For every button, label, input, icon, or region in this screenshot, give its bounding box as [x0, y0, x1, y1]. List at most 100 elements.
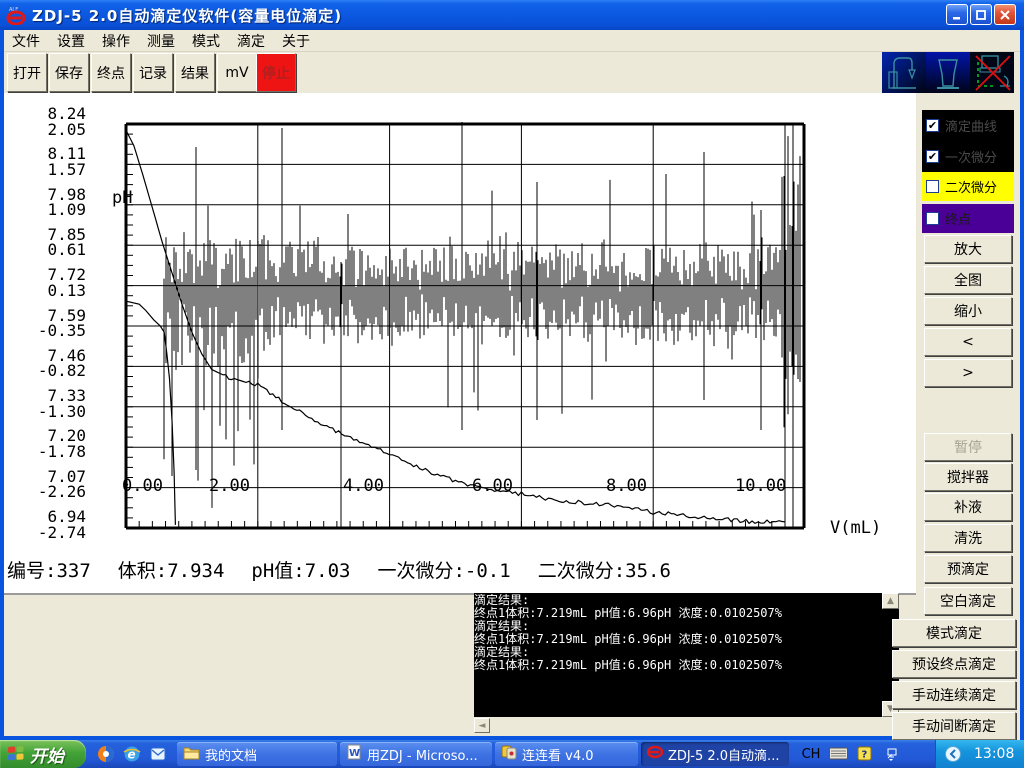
language-indicator[interactable]: CH — [800, 744, 822, 764]
start-button[interactable]: 开始 — [0, 740, 86, 768]
keyboard-icon[interactable] — [828, 743, 849, 764]
menu-item-文件[interactable]: 文件 — [12, 31, 40, 51]
side-button-清洗[interactable]: 清洗 — [924, 524, 1012, 552]
status-field-体积: 体积:7.934 — [118, 556, 225, 583]
zdj-icon — [647, 744, 663, 764]
side-button-全图[interactable]: 全图 — [924, 266, 1012, 294]
game-icon — [501, 744, 517, 764]
x-axis-tick-2.00: 2.00 — [209, 476, 250, 496]
svg-text:?: ? — [862, 750, 868, 761]
app-window: ALE ZDJ-5 2.0自动滴定仪软件(容量电位滴定) 文件设置操作测量模式滴… — [0, 0, 1024, 740]
side-button-缩小[interactable]: 缩小 — [924, 297, 1012, 325]
sidebar: ✔滴定曲线✔一次微分二次微分终点放大全图缩小<>暂停搅拌器补液清洗预滴定空白滴定… — [920, 93, 1020, 740]
menubar: 文件设置操作测量模式滴定关于 — [4, 30, 1020, 52]
side-button-预设终点滴定[interactable]: 预设终点滴定 — [892, 650, 1016, 678]
y-axis-label-pair-7.20: 7.20 -1.78 — [24, 428, 86, 459]
legend-row-终点: 终点 — [922, 204, 1014, 233]
help-icon[interactable]: ? — [854, 743, 875, 764]
status-line: 编号:337体积:7.934pH值:7.03一次微分:-0.1二次微分:35.6 — [7, 556, 671, 583]
svg-text:W: W — [349, 748, 360, 759]
status-field-pH值: pH值:7.03 — [251, 556, 350, 583]
menu-item-测量[interactable]: 测量 — [147, 31, 175, 51]
system-tray: 13:08 — [935, 740, 1024, 768]
results-console: 滴定结果: 终点1体积:7.219mL pH值:6.96pH 浓度:0.0102… — [474, 593, 899, 717]
toolbar-button-记录[interactable]: 记录 — [133, 53, 173, 92]
side-button-补液[interactable]: 补液 — [924, 493, 1012, 521]
side-button-模式滴定[interactable]: 模式滴定 — [892, 619, 1016, 647]
task-button-连连看 v4.0[interactable]: 连连看 v4.0 — [495, 742, 638, 766]
menu-item-设置[interactable]: 设置 — [57, 31, 85, 51]
toolbar-graphics — [882, 52, 1014, 93]
windows-flag-icon — [7, 745, 25, 763]
window-title: ZDJ-5 2.0自动滴定仪软件(容量电位滴定) — [32, 5, 342, 26]
x-axis-tick-10.00: 10.00 — [735, 476, 786, 496]
y-axis-label-pair-6.94: 6.94 -2.74 — [24, 509, 86, 540]
legend-label-终点: 终点 — [945, 209, 971, 228]
screen: ALE ZDJ-5 2.0自动滴定仪软件(容量电位滴定) 文件设置操作测量模式滴… — [0, 0, 1024, 768]
toolbar: 打开保存终点记录结果mV停止 — [4, 52, 1020, 93]
titlebar[interactable]: ALE ZDJ-5 2.0自动滴定仪软件(容量电位滴定) — [0, 0, 1024, 30]
toolbar-button-打开[interactable]: 打开 — [7, 53, 47, 92]
collapse-window-icon[interactable] — [880, 743, 901, 764]
side-button-空白滴定[interactable]: 空白滴定 — [924, 587, 1012, 615]
status-field-一次微分: 一次微分:-0.1 — [377, 556, 510, 583]
legend-row-滴定曲线: ✔滴定曲线 — [922, 110, 1014, 141]
x-axis-tick-6.00: 6.00 — [472, 476, 513, 496]
side-button-搅拌器[interactable]: 搅拌器 — [924, 463, 1012, 491]
word-icon: W — [346, 744, 362, 764]
x-axis-tick-0.00: 0.00 — [122, 476, 163, 496]
msn-icon[interactable] — [147, 743, 168, 764]
toolbar-button-终点[interactable]: 终点 — [91, 53, 131, 92]
task-label: 连连看 v4.0 — [522, 745, 594, 764]
side-button-手动间断滴定[interactable]: 手动间断滴定 — [892, 712, 1016, 740]
legend-row-二次微分: 二次微分 — [922, 172, 1014, 201]
x-axis-tick-8.00: 8.00 — [606, 476, 647, 496]
y-axis-label-pair-7.33: 7.33 -1.30 — [24, 388, 86, 419]
y-axis-label-pair-8.11: 8.11 1.57 — [24, 146, 86, 177]
side-button->[interactable]: > — [924, 359, 1012, 387]
y-axis-label-pair-7.59: 7.59 -0.35 — [24, 308, 86, 339]
checkbox-终点[interactable] — [926, 212, 939, 225]
maximize-button[interactable] — [970, 4, 992, 25]
y-axis-label-pair-8.24: 8.24 2.05 — [24, 106, 86, 137]
task-label: 我的文档 — [205, 745, 257, 764]
ie-icon[interactable]: e — [121, 743, 142, 764]
side-button-<[interactable]: < — [924, 328, 1012, 356]
no-curve-icon — [970, 52, 1014, 93]
task-button-我的文档[interactable]: 我的文档 — [177, 742, 337, 766]
beaker-icon — [926, 52, 970, 93]
taskbar: 开始 13:08 e 我的文档 W 用ZDJ - Microso... 连连看 v4.0… — [0, 740, 1024, 768]
x-axis-tick-4.00: 4.00 — [343, 476, 384, 496]
task-button-用ZDJ - Microso...[interactable]: W 用ZDJ - Microso... — [340, 742, 492, 766]
y-axis-label-pair-7.46: 7.46 -0.82 — [24, 348, 86, 379]
checkbox-一次微分[interactable]: ✔ — [926, 150, 939, 163]
toolbar-button-mV[interactable]: mV — [217, 53, 257, 92]
scroll-up-button[interactable]: ▲ — [882, 593, 899, 609]
toolbar-button-结果[interactable]: 结果 — [175, 53, 215, 92]
y-axis-label-pair-7.07: 7.07 -2.26 — [24, 469, 86, 500]
menu-item-关于[interactable]: 关于 — [282, 31, 310, 51]
side-button-预滴定[interactable]: 预滴定 — [924, 555, 1012, 583]
task-label: 用ZDJ - Microso... — [367, 745, 478, 764]
folder-icon — [183, 745, 200, 764]
wmp-icon[interactable] — [95, 743, 116, 764]
hide-icons-button[interactable] — [944, 745, 962, 763]
app-logo-icon: ALE — [6, 5, 26, 25]
menu-item-模式[interactable]: 模式 — [192, 31, 220, 51]
task-button-ZDJ-5 2.0自动滴...[interactable]: ZDJ-5 2.0自动滴... — [641, 742, 789, 766]
minimize-button[interactable] — [946, 4, 968, 25]
scroll-left-button[interactable]: ◄ — [474, 718, 490, 733]
task-label: ZDJ-5 2.0自动滴... — [668, 745, 779, 764]
menu-item-操作[interactable]: 操作 — [102, 31, 130, 51]
side-button-手动连续滴定[interactable]: 手动连续滴定 — [892, 681, 1016, 709]
clock[interactable]: 13:08 — [974, 746, 1014, 762]
checkbox-二次微分[interactable] — [926, 180, 939, 193]
checkbox-滴定曲线[interactable]: ✔ — [926, 119, 939, 132]
y-axis-label-pair-7.98: 7.98 1.09 — [24, 187, 86, 218]
side-button-暂停: 暂停 — [924, 433, 1012, 461]
close-button[interactable] — [994, 4, 1016, 25]
toolbar-stop-button[interactable]: 停止 — [256, 53, 296, 92]
menu-item-滴定[interactable]: 滴定 — [237, 31, 265, 51]
side-button-放大[interactable]: 放大 — [924, 235, 1012, 263]
toolbar-button-保存[interactable]: 保存 — [49, 53, 89, 92]
